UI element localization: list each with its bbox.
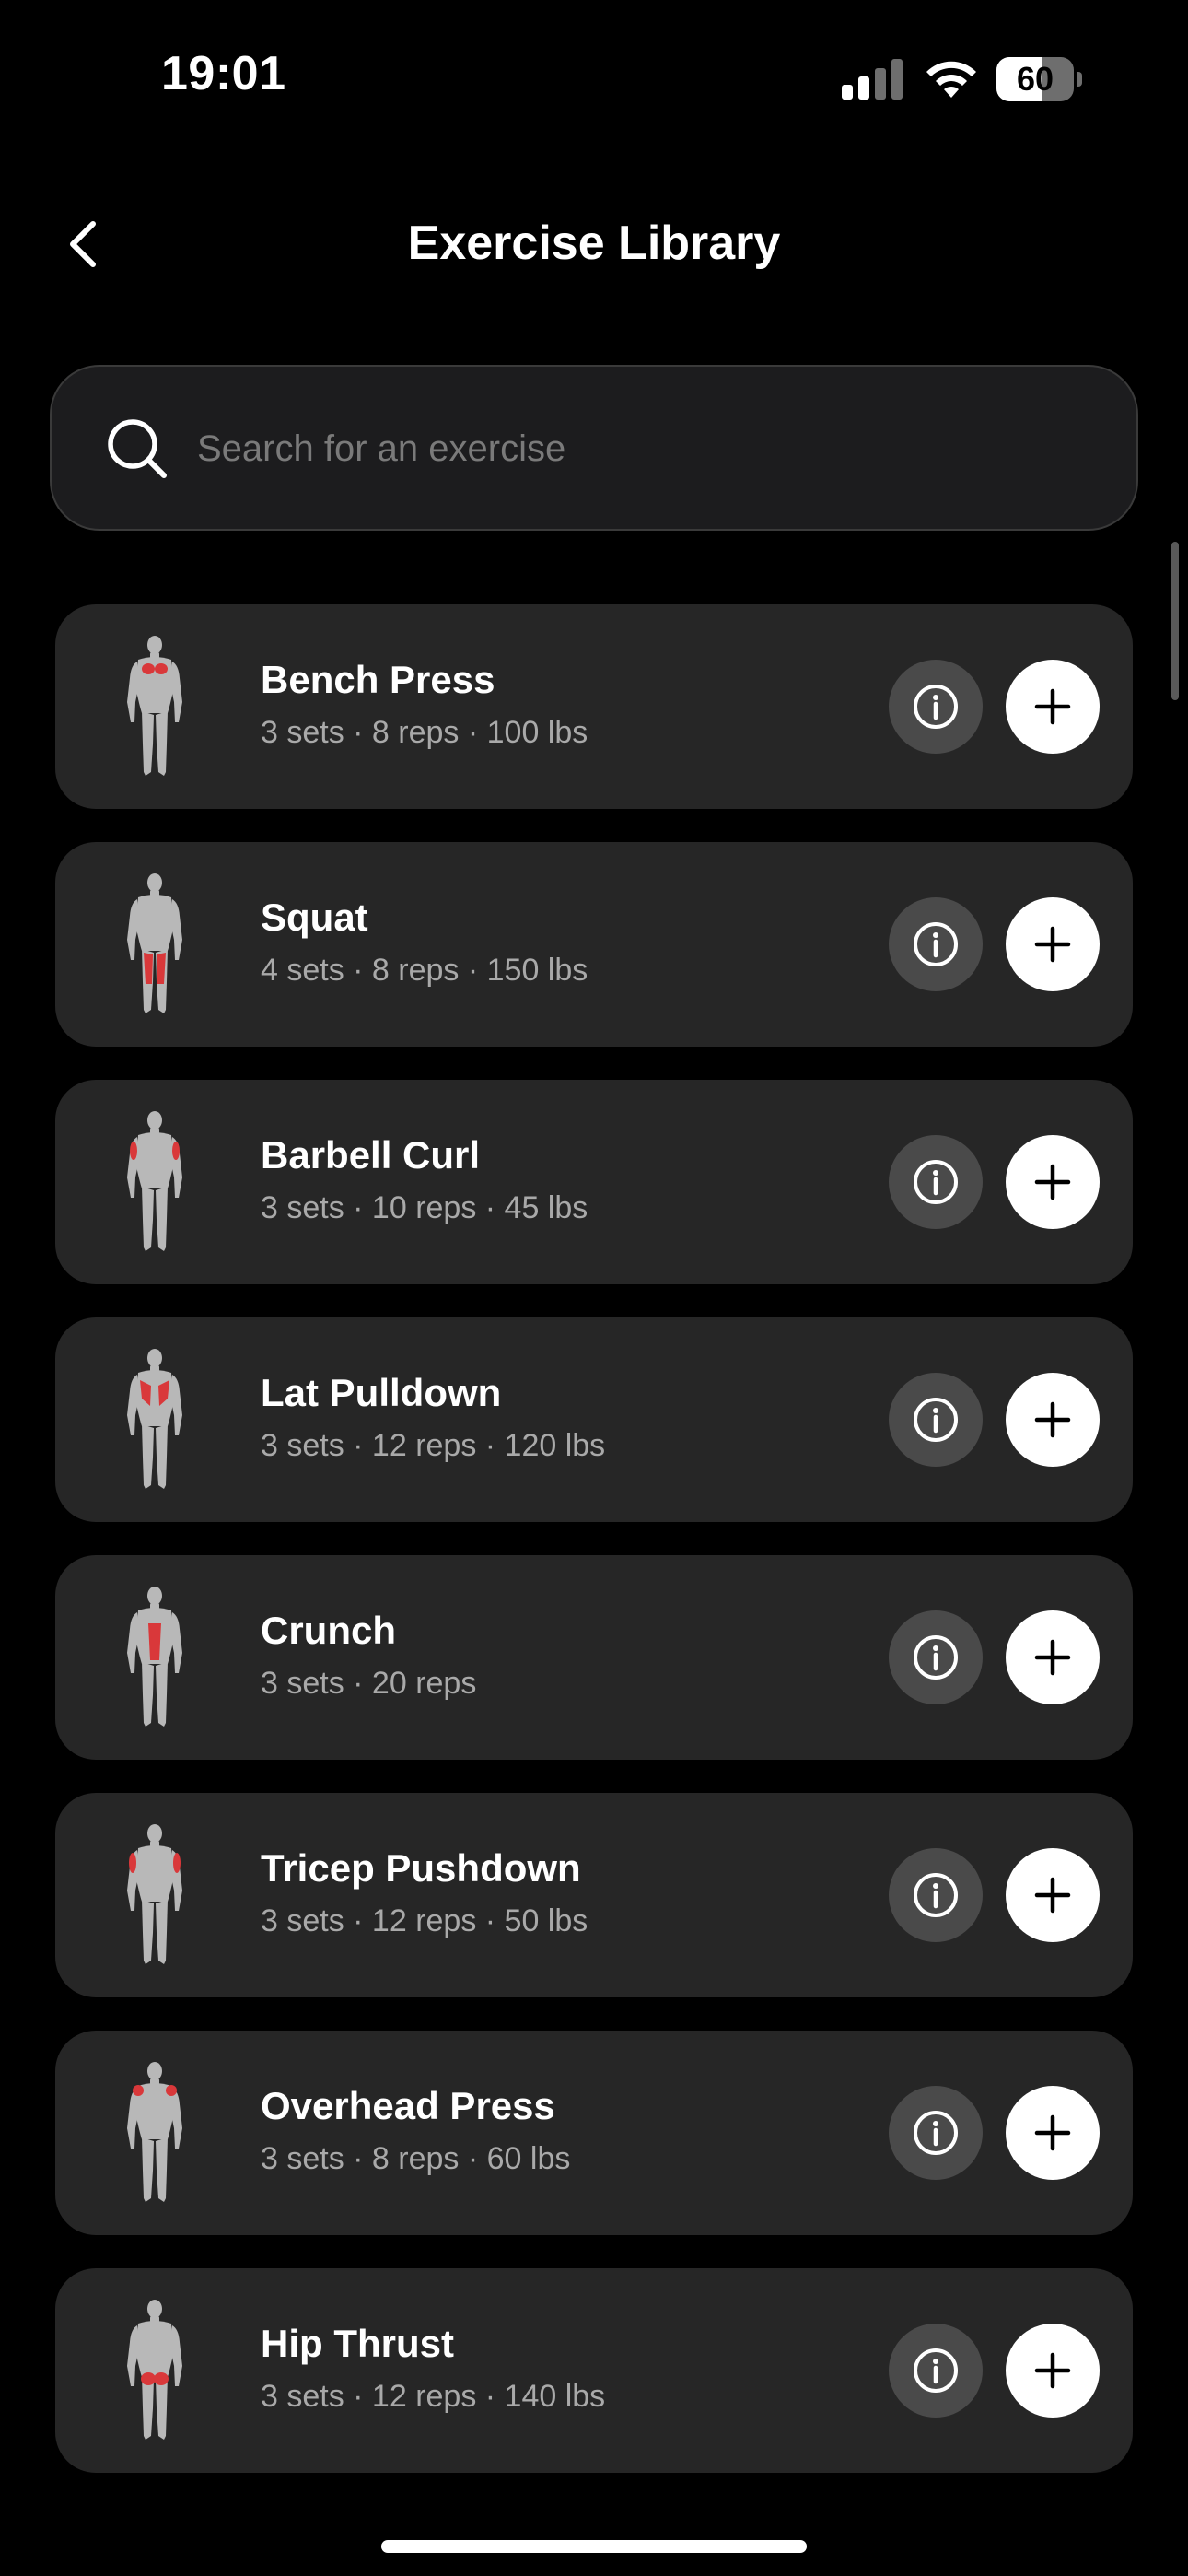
add-button[interactable] (1006, 2086, 1100, 2180)
exercise-name: Crunch (261, 1609, 396, 1652)
page-title: Exercise Library (407, 217, 781, 270)
add-button[interactable] (1006, 1610, 1100, 1704)
exercise-card-lat-pulldown[interactable]: Lat Pulldown 3 sets · 12 reps · 120 lbs (55, 1317, 1133, 1522)
add-button[interactable] (1006, 1848, 1100, 1942)
info-button[interactable] (889, 1135, 983, 1229)
info-button[interactable] (889, 2324, 983, 2418)
add-button[interactable] (1006, 1373, 1100, 1467)
add-button[interactable] (1006, 1135, 1100, 1229)
plus-icon (1034, 1401, 1071, 1438)
add-button[interactable] (1006, 2324, 1100, 2418)
exercise-card-crunch[interactable]: Crunch 3 sets · 20 reps (55, 1555, 1133, 1760)
exercise-detail: 3 sets · 20 reps (261, 1666, 477, 1701)
muscle-diagram-icon (127, 1349, 182, 1489)
search-icon (108, 419, 167, 478)
exercise-name: Lat Pulldown (261, 1371, 502, 1414)
battery-icon: 60 (996, 57, 1082, 101)
info-button[interactable] (889, 660, 983, 754)
plus-icon (1034, 688, 1071, 725)
plus-icon (1034, 1164, 1071, 1200)
info-icon (914, 1873, 958, 1917)
exercise-name: Squat (261, 896, 368, 939)
add-button[interactable] (1006, 897, 1100, 991)
plus-icon (1034, 1639, 1071, 1676)
info-button[interactable] (889, 2086, 983, 2180)
plus-icon (1034, 2352, 1071, 2389)
exercise-detail: 3 sets · 8 reps · 100 lbs (261, 715, 588, 750)
plus-icon (1034, 926, 1071, 963)
add-button[interactable] (1006, 660, 1100, 754)
info-icon (914, 922, 958, 966)
exercise-detail: 3 sets · 12 reps · 140 lbs (261, 2379, 606, 2414)
muscle-diagram-icon (127, 873, 182, 1013)
info-icon (914, 1160, 958, 1204)
info-icon (914, 1635, 958, 1680)
muscle-diagram-icon (127, 1111, 182, 1251)
exercise-card-overhead-press[interactable]: Overhead Press 3 sets · 8 reps · 60 lbs (55, 2031, 1133, 2235)
exercise-card-hip-thrust[interactable]: Hip Thrust 3 sets · 12 reps · 140 lbs (55, 2268, 1133, 2473)
exercise-name: Tricep Pushdown (261, 1846, 581, 1890)
plus-icon (1034, 1877, 1071, 1914)
exercise-card-bench-press[interactable]: Bench Press 3 sets · 8 reps · 100 lbs (55, 604, 1133, 809)
wifi-icon (926, 61, 976, 98)
exercise-detail: 3 sets · 12 reps · 120 lbs (261, 1428, 606, 1463)
battery-level: 60 (1016, 60, 1054, 98)
exercise-name: Overhead Press (261, 2084, 555, 2127)
status-time: 19:01 (161, 47, 286, 100)
muscle-diagram-icon (127, 2062, 182, 2202)
info-button[interactable] (889, 1373, 983, 1467)
cellular-signal-icon (842, 59, 903, 100)
info-icon (914, 2348, 958, 2393)
status-bar: 19:01 60 (0, 0, 1188, 157)
scroll-indicator[interactable] (1171, 542, 1179, 700)
exercise-card-barbell-curl[interactable]: Barbell Curl 3 sets · 10 reps · 45 lbs (55, 1080, 1133, 1284)
info-button[interactable] (889, 1848, 983, 1942)
info-icon (914, 1398, 958, 1442)
exercise-name: Barbell Curl (261, 1133, 481, 1177)
exercise-name: Bench Press (261, 658, 495, 701)
info-button[interactable] (889, 1610, 983, 1704)
exercise-name: Hip Thrust (261, 2322, 454, 2365)
muscle-diagram-icon (127, 636, 182, 776)
info-icon (914, 2111, 958, 2155)
exercise-detail: 3 sets · 8 reps · 60 lbs (261, 2141, 571, 2176)
muscle-diagram-icon (127, 1824, 182, 1964)
home-indicator[interactable] (381, 2540, 807, 2553)
exercise-list: Bench Press 3 sets · 8 reps · 100 lbs Sq… (55, 604, 1133, 2506)
info-button[interactable] (889, 897, 983, 991)
exercise-card-tricep-pushdown[interactable]: Tricep Pushdown 3 sets · 12 reps · 50 lb… (55, 1793, 1133, 1997)
exercise-detail: 3 sets · 10 reps · 45 lbs (261, 1190, 588, 1225)
exercise-card-squat[interactable]: Squat 4 sets · 8 reps · 150 lbs (55, 842, 1133, 1047)
exercise-detail: 3 sets · 12 reps · 50 lbs (261, 1903, 588, 1938)
exercise-detail: 4 sets · 8 reps · 150 lbs (261, 953, 588, 988)
info-icon (914, 685, 958, 729)
search-bar[interactable] (50, 365, 1138, 531)
search-input[interactable] (195, 404, 1101, 494)
muscle-diagram-icon (127, 1587, 182, 1727)
plus-icon (1034, 2114, 1071, 2151)
muscle-diagram-icon (127, 2300, 182, 2440)
